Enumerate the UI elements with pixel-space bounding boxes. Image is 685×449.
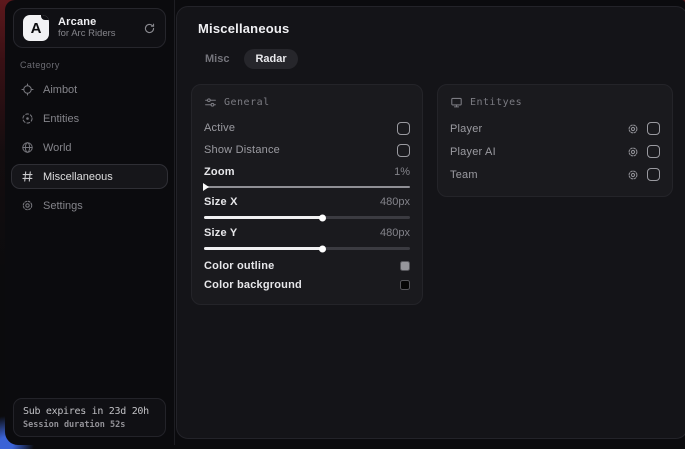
setting-label: Active (204, 122, 235, 134)
setting-label: Color outline (204, 260, 274, 272)
active-checkbox[interactable] (397, 122, 410, 135)
setting-row-size-x: Size X 480px (204, 194, 410, 219)
player-ai-checkbox[interactable] (647, 145, 660, 158)
monitor-icon (450, 96, 463, 109)
size-y-slider-thumb[interactable] (204, 247, 323, 250)
setting-label: Color background (204, 279, 302, 291)
setting-row-zoom: Zoom 1% (204, 164, 410, 188)
brand-text: Arcane for Arc Riders (58, 16, 116, 41)
sliders-icon (204, 96, 217, 109)
sidebar-item-label: Entities (43, 113, 79, 125)
show-distance-checkbox[interactable] (397, 144, 410, 157)
entities-card-title: Entityes (470, 97, 522, 108)
tab-radar[interactable]: Radar (244, 49, 297, 69)
setting-row-show-distance: Show Distance (204, 139, 410, 161)
sidebar: A Arcane for Arc Riders Category (5, 0, 175, 445)
size-x-value: 480px (380, 196, 410, 208)
page-title: Miscellaneous (198, 21, 673, 36)
size-x-slider-thumb[interactable] (204, 216, 323, 219)
setting-label: Zoom (204, 166, 235, 178)
entities-card: Entityes Player P (437, 84, 673, 197)
entity-row-team: Team (450, 163, 660, 186)
zoom-slider[interactable] (204, 186, 410, 188)
app-window: A Arcane for Arc Riders Category (5, 0, 685, 445)
sidebar-item-aimbot[interactable]: Aimbot (11, 77, 168, 102)
general-card-title: General (224, 97, 270, 108)
entity-row-player: Player (450, 117, 660, 140)
atom-icon (21, 112, 34, 125)
sub-expiry-text: Sub expires in 23d 20h (23, 406, 156, 417)
entity-label: Player (450, 123, 482, 135)
sidebar-item-label: Miscellaneous (43, 171, 113, 183)
setting-row-color-outline: Color outline (204, 256, 410, 275)
entity-row-player-ai: Player AI (450, 140, 660, 163)
sidebar-item-entities[interactable]: Entities (11, 106, 168, 131)
category-label: Category (20, 60, 174, 70)
size-x-slider[interactable] (204, 216, 410, 219)
size-y-slider[interactable] (204, 247, 410, 250)
cards-row: General Active Show Distance Zoom 1% (191, 84, 673, 305)
team-checkbox[interactable] (647, 168, 660, 181)
setting-label: Size Y (204, 227, 237, 239)
subscription-card: Sub expires in 23d 20h Session duration … (13, 398, 166, 437)
player-ai-settings-gear-icon[interactable] (627, 146, 639, 158)
setting-label: Show Distance (204, 144, 280, 156)
hash-grid-icon (21, 170, 34, 183)
sidebar-item-settings[interactable]: Settings (11, 193, 168, 218)
zoom-slider-thumb[interactable] (204, 186, 206, 188)
main-panel: Miscellaneous Misc Radar General (176, 6, 685, 439)
entity-label: Team (450, 169, 478, 181)
sidebar-item-label: Settings (43, 200, 83, 212)
general-card-header: General (204, 96, 410, 109)
tab-bar: Misc Radar (194, 49, 673, 69)
player-checkbox[interactable] (647, 122, 660, 135)
sidebar-nav: Aimbot Entities (5, 77, 174, 218)
zoom-value: 1% (394, 166, 410, 178)
general-card: General Active Show Distance Zoom 1% (191, 84, 423, 305)
brand-name: Arcane (58, 16, 116, 29)
setting-label: Size X (204, 196, 238, 208)
color-outline-swatch[interactable] (400, 261, 410, 271)
globe-icon (21, 141, 34, 154)
brand-logo: A (23, 15, 49, 41)
sync-icon[interactable] (143, 22, 156, 35)
crosshair-icon (21, 83, 34, 96)
entity-label: Player AI (450, 146, 496, 158)
tab-misc[interactable]: Misc (194, 49, 240, 69)
gear-icon (21, 199, 34, 212)
setting-row-size-y: Size Y 480px (204, 225, 410, 250)
player-settings-gear-icon[interactable] (627, 123, 639, 135)
brand-subtitle: for Arc Riders (58, 29, 116, 40)
setting-row-active: Active (204, 117, 410, 139)
brand-card: A Arcane for Arc Riders (13, 8, 166, 48)
entities-card-header: Entityes (450, 96, 660, 109)
color-background-swatch[interactable] (400, 280, 410, 290)
size-y-value: 480px (380, 227, 410, 239)
sidebar-item-miscellaneous[interactable]: Miscellaneous (11, 164, 168, 189)
sidebar-item-label: World (43, 142, 72, 154)
setting-row-color-background: Color background (204, 275, 410, 294)
team-settings-gear-icon[interactable] (627, 169, 639, 181)
sidebar-item-label: Aimbot (43, 84, 77, 96)
sidebar-item-world[interactable]: World (11, 135, 168, 160)
session-duration-text: Session duration 52s (23, 420, 156, 430)
